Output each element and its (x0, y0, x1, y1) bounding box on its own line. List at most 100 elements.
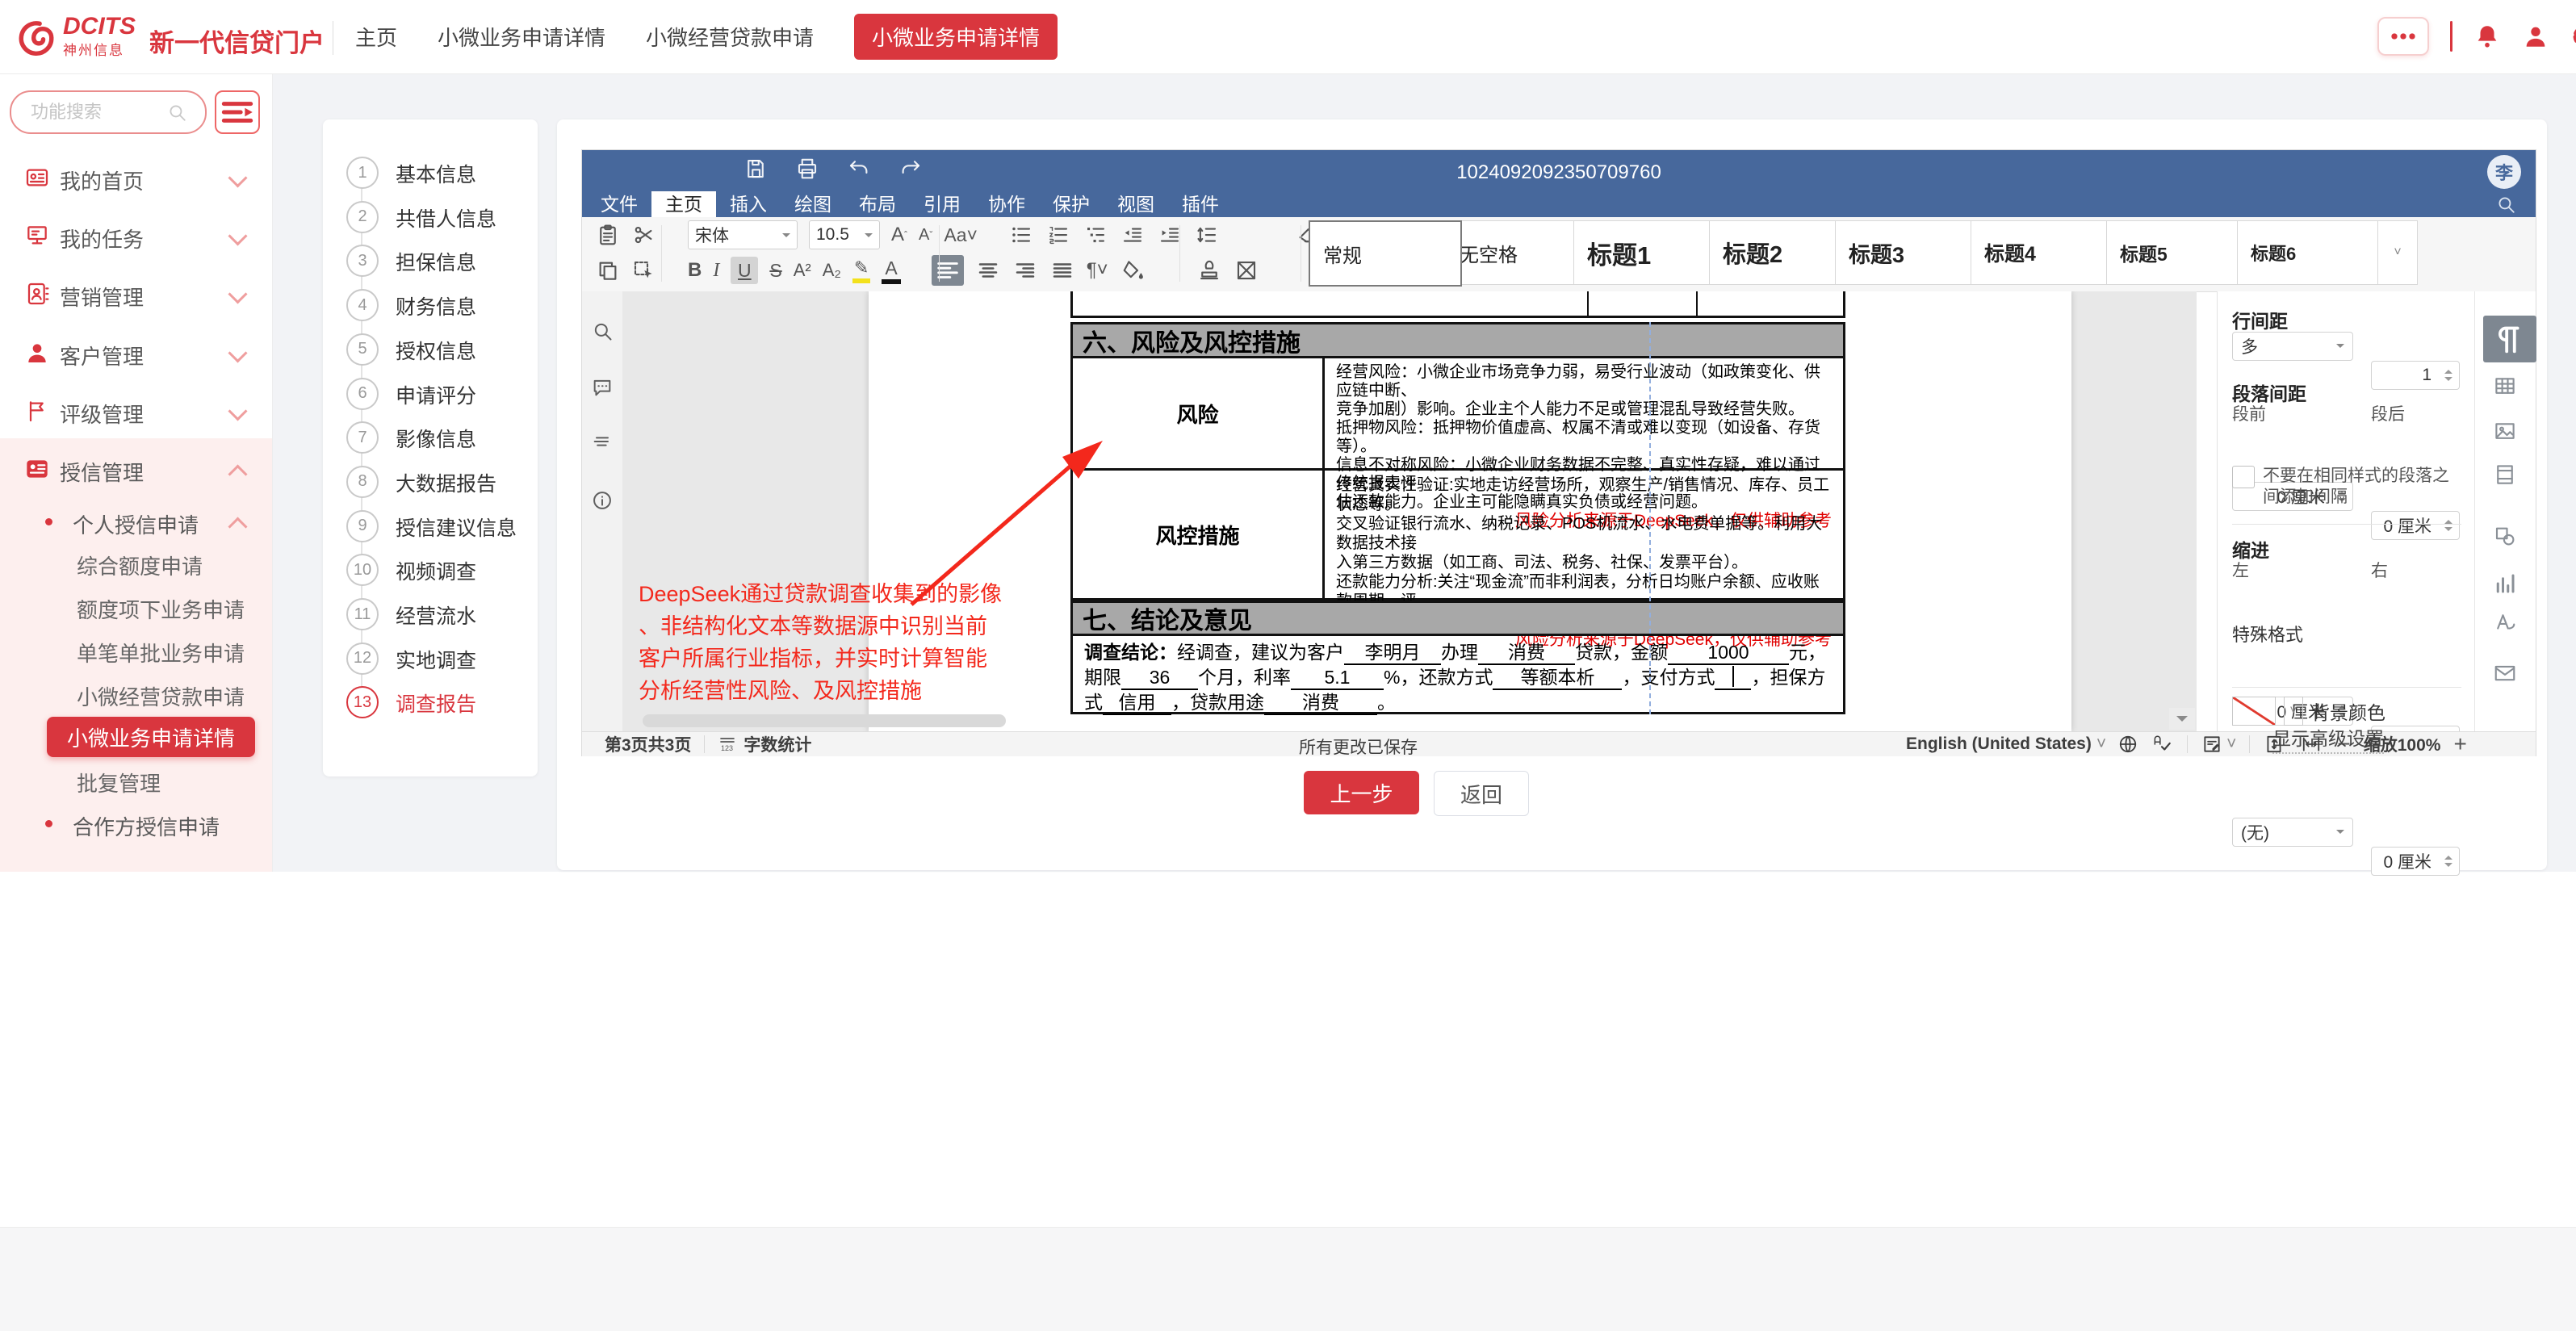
conclusion-blank[interactable]: 信用 (1103, 692, 1171, 715)
step-label-10[interactable]: 视频调查 (396, 556, 476, 585)
info-icon[interactable] (591, 489, 614, 512)
conclusion-blank[interactable]: 消费 (1264, 692, 1377, 715)
step-circle-1[interactable]: 1 (346, 157, 379, 189)
image-icon[interactable] (2493, 419, 2517, 443)
same-style-option[interactable]: 不要在相同样式的段落之间添加间隔 (2232, 466, 2461, 508)
language-selector[interactable]: English (United States) (1906, 735, 2092, 754)
bell-icon[interactable] (2473, 23, 2501, 50)
step-circle-8[interactable]: 8 (346, 466, 379, 498)
step-circle-2[interactable]: 2 (346, 201, 379, 233)
collapse-menu-button[interactable] (215, 90, 260, 134)
space-after-input[interactable]: 0 厘米 (2371, 511, 2460, 540)
step-label-12[interactable]: 实地调查 (396, 645, 476, 674)
titlebar-search-icon[interactable] (2495, 194, 2516, 215)
step-label-6[interactable]: 申请评分 (396, 380, 476, 409)
special-amount-input[interactable]: 0 厘米 (2371, 847, 2460, 876)
document-canvas[interactable]: 六、风险及风控措施 风险 经营风险：小微企业市场竞争力弱，易受行业波动（如政策变… (622, 291, 2197, 731)
step-circle-10[interactable]: 10 (346, 554, 379, 586)
line-spacing-icon[interactable] (1194, 223, 1220, 247)
avatar[interactable]: 李 (2487, 155, 2521, 189)
sidebar-item-单笔单批业务申请[interactable]: 单笔单批业务申请 (0, 626, 272, 674)
sidebar-item-小微业务申请详情[interactable]: 小微业务申请详情 (0, 713, 272, 761)
conclusion-blank[interactable] (1715, 666, 1751, 690)
style-标题5[interactable]: 标题5 (2106, 220, 2251, 285)
change-case-button[interactable]: Aa˅ (944, 224, 978, 246)
number-list-icon[interactable] (1045, 223, 1071, 247)
header-tab-0[interactable]: 主页 (355, 22, 397, 52)
horizontal-scrollbar[interactable] (643, 714, 1006, 727)
header-tab-2[interactable]: 小微经营贷款申请 (646, 22, 814, 52)
step-circle-3[interactable]: 3 (346, 245, 379, 277)
outline-icon[interactable] (591, 430, 614, 453)
conclusion-blank[interactable]: 李明月 (1344, 642, 1441, 665)
multilevel-list-icon[interactable] (1083, 223, 1108, 247)
step-label-9[interactable]: 授信建议信息 (396, 513, 517, 542)
step-circle-7[interactable]: 7 (346, 421, 379, 454)
highlight-color-button[interactable]: ✎ (852, 257, 870, 283)
conclusion-blank[interactable]: 等额本析 (1493, 667, 1622, 690)
style-标题6[interactable]: 标题6 (2237, 220, 2392, 285)
style-标题1[interactable]: 标题1 (1573, 220, 1724, 285)
same-style-checkbox[interactable] (2232, 466, 2255, 488)
page-icon[interactable] (2493, 463, 2517, 487)
sidebar-item-小微经营贷款申请[interactable]: 小微经营贷款申请 (0, 669, 272, 718)
prev-step-button[interactable]: 上一步 (1304, 771, 1419, 814)
comment-icon[interactable] (591, 376, 614, 399)
special-format-select[interactable]: (无) (2232, 818, 2353, 847)
user-icon[interactable] (2522, 23, 2549, 50)
cut-icon[interactable] (631, 223, 656, 247)
style-标题3[interactable]: 标题3 (1835, 220, 1985, 285)
envelope-icon[interactable] (2493, 661, 2517, 685)
editor-tab-视图[interactable]: 视图 (1104, 191, 1168, 217)
font-name-select[interactable]: 宋体 (688, 220, 798, 249)
paragraph-mark-button[interactable]: ¶˅ (1087, 259, 1108, 282)
paste-icon[interactable] (596, 223, 620, 247)
text-style-icon[interactable] (2493, 610, 2517, 634)
advanced-settings-link[interactable]: 显示高级设置 (2272, 723, 2384, 754)
subscript-button[interactable]: A₂ (823, 260, 841, 281)
step-label-8[interactable]: 大数据报告 (396, 468, 496, 497)
step-label-13[interactable]: 调查报告 (396, 689, 476, 718)
step-label-7[interactable]: 影像信息 (396, 424, 476, 453)
editor-tab-协作[interactable]: 协作 (974, 191, 1039, 217)
back-button[interactable]: 返回 (1434, 771, 1529, 816)
sidebar-item-综合额度申请[interactable]: 综合额度申请 (0, 538, 272, 587)
editor-tab-引用[interactable]: 引用 (910, 191, 974, 217)
sidebar-item-批复管理[interactable]: 批复管理 (0, 755, 272, 804)
outdent-icon[interactable] (1120, 223, 1146, 247)
step-label-2[interactable]: 共借人信息 (396, 203, 496, 232)
spellcheck-icon[interactable] (2150, 734, 2174, 755)
header-tab-3[interactable]: 小微业务申请详情 (854, 14, 1058, 60)
step-circle-5[interactable]: 5 (346, 333, 379, 366)
conclusion-blank[interactable]: 36 (1121, 667, 1198, 690)
conclusion-blank[interactable]: 消费 (1478, 642, 1575, 665)
step-circle-4[interactable]: 4 (346, 289, 379, 321)
copy-icon[interactable] (596, 258, 620, 283)
sidebar-item-我的首页[interactable]: 我的首页 (0, 153, 272, 202)
font-size-select[interactable]: 10.5 (809, 220, 880, 249)
frame-icon[interactable] (1233, 258, 1260, 283)
align-right-icon[interactable] (1012, 258, 1038, 283)
line-spacing-type-select[interactable]: 多 (2232, 332, 2353, 361)
bullet-list-icon[interactable] (1008, 223, 1034, 247)
shrink-font-button[interactable]: Aˇ (919, 226, 932, 245)
sidebar-item-客户管理[interactable]: 客户管理 (0, 329, 272, 377)
stamp-icon[interactable] (1197, 258, 1221, 283)
style-无空格[interactable]: 无空格 (1446, 220, 1588, 285)
header-tab-1[interactable]: 小微业务申请详情 (438, 22, 605, 52)
word-count-label[interactable]: 字数统计 (743, 732, 811, 756)
pilcrow-icon[interactable] (2483, 316, 2536, 362)
editor-tab-插入[interactable]: 插入 (716, 191, 781, 217)
grow-font-button[interactable]: Aˆ (891, 224, 907, 246)
step-circle-6[interactable]: 6 (346, 378, 379, 410)
step-circle-12[interactable]: 12 (346, 642, 379, 675)
table-icon[interactable] (2493, 374, 2517, 398)
fill-color-icon[interactable] (1120, 258, 1147, 283)
edit-mode-icon[interactable] (2201, 734, 2223, 755)
more-dots-icon[interactable] (2377, 17, 2429, 56)
step-label-1[interactable]: 基本信息 (396, 159, 476, 188)
style-标题2[interactable]: 标题2 (1709, 220, 1849, 285)
sidebar-item-评级管理[interactable]: 评级管理 (0, 387, 272, 435)
style-gallery-more-button[interactable]: ˅ (2377, 220, 2418, 285)
color-swatch[interactable] (2232, 697, 2276, 726)
